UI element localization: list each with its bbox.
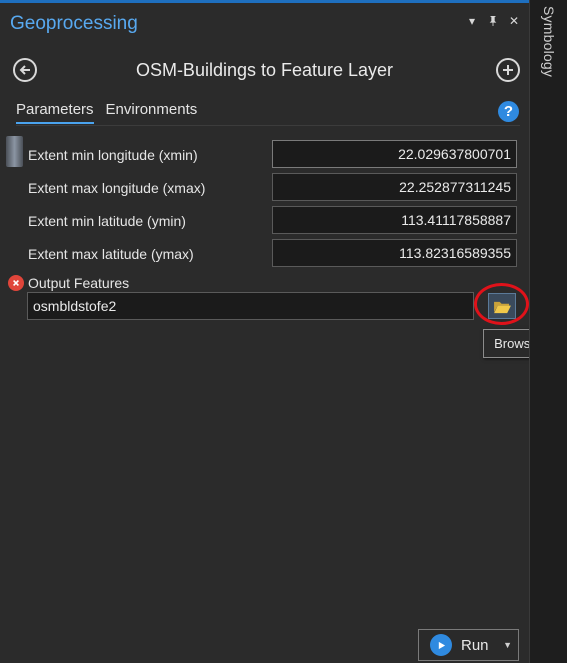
help-icon[interactable]: ? bbox=[498, 101, 519, 122]
geoprocessing-pane: Geoprocessing ▾ ✕ OSM-Buildings to Featu… bbox=[0, 0, 563, 663]
side-panel-strip: Symbology bbox=[529, 0, 567, 663]
ymax-input[interactable]: 113.82316589355 bbox=[272, 239, 517, 267]
pane-options-icon[interactable]: ▾ bbox=[465, 14, 479, 28]
folder-open-icon bbox=[493, 301, 511, 313]
tab-bar: Parameters Environments bbox=[16, 101, 197, 124]
run-label: Run bbox=[461, 636, 489, 654]
xmin-input[interactable]: 22.029637800701 bbox=[272, 140, 517, 168]
param-label-ymin: Extent min latitude (ymin) bbox=[28, 213, 186, 229]
play-icon bbox=[430, 634, 452, 656]
close-icon[interactable]: ✕ bbox=[507, 14, 521, 28]
param-label-xmin: Extent min longitude (xmin) bbox=[28, 147, 198, 163]
pin-icon[interactable] bbox=[486, 14, 500, 28]
symbology-tab-label: Symbology bbox=[541, 6, 557, 78]
error-icon[interactable] bbox=[8, 275, 24, 291]
param-label-ymax: Extent max latitude (ymax) bbox=[28, 246, 194, 262]
symbology-tab[interactable]: Symbology bbox=[537, 2, 561, 92]
run-button[interactable]: Run ▼ bbox=[418, 629, 519, 661]
ymin-input[interactable]: 113.41117858887 bbox=[272, 206, 517, 234]
output-features-input[interactable]: osmbldstofe2 bbox=[27, 292, 474, 320]
tab-environments[interactable]: Environments bbox=[106, 101, 198, 124]
browse-button[interactable] bbox=[488, 293, 516, 319]
divider bbox=[16, 125, 520, 126]
parameter-grip-handle[interactable] bbox=[6, 136, 23, 167]
xmax-input[interactable]: 22.252877311245 bbox=[272, 173, 517, 201]
tab-parameters[interactable]: Parameters bbox=[16, 101, 94, 124]
output-features-label: Output Features bbox=[28, 275, 130, 291]
plus-icon bbox=[503, 65, 513, 75]
tool-header: OSM-Buildings to Feature Layer bbox=[0, 55, 529, 85]
tool-title: OSM-Buildings to Feature Layer bbox=[135, 60, 394, 80]
param-label-xmax: Extent max longitude (xmax) bbox=[28, 180, 206, 196]
add-button[interactable] bbox=[496, 58, 520, 82]
pane-title: Geoprocessing bbox=[10, 13, 138, 34]
pane-controls: ▾ ✕ bbox=[465, 14, 521, 28]
run-dropdown-icon[interactable]: ▼ bbox=[503, 640, 512, 650]
